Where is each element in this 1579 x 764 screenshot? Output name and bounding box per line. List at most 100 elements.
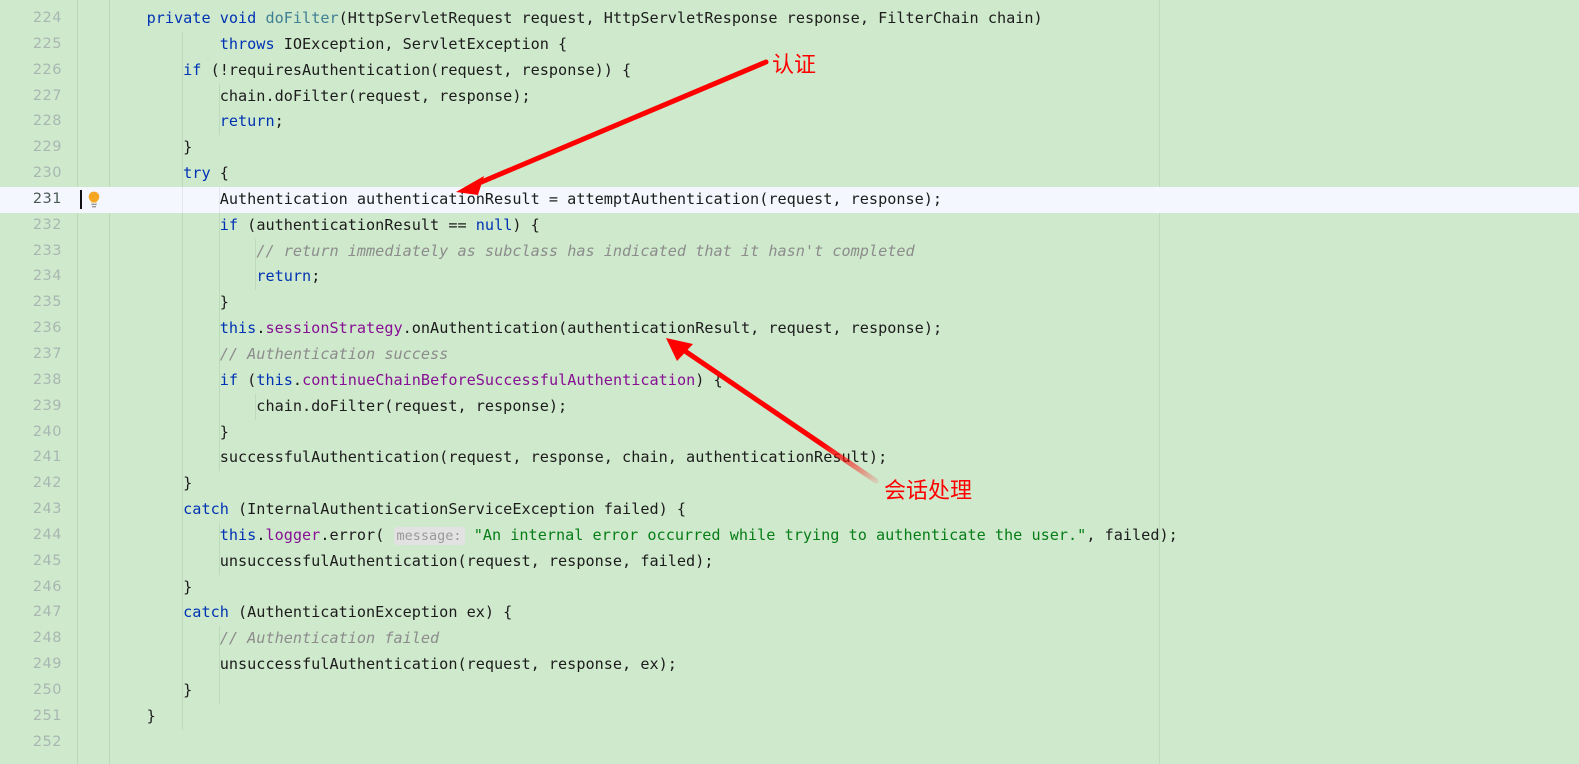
token-kw: null [475,215,513,234]
token-kw: try [183,164,211,183]
token-fld: sessionStrategy [265,319,403,338]
indent-guide [218,677,220,704]
code-text[interactable]: } [110,135,192,161]
code-text[interactable]: // Authentication success [110,342,449,368]
code-line[interactable]: 232 if (authenticationResult == null) { [0,212,1579,239]
code-editor[interactable]: 224 private void doFilter(HttpServletReq… [0,0,1579,764]
code-text[interactable]: catch (AuthenticationException ex) { [110,600,512,626]
token-fld: logger [265,525,321,544]
line-number: 249 [32,656,62,673]
code-line[interactable]: 233 // return immediately as subclass ha… [0,238,1579,265]
code-line[interactable]: 244 this.logger.error( message: "An inte… [0,522,1579,550]
token-plain: } [110,293,229,312]
code-line[interactable]: 247 catch (AuthenticationException ex) { [0,600,1579,627]
token-kw: private [146,9,211,27]
code-line[interactable]: 252 [0,730,1579,756]
code-line[interactable]: 236 this.sessionStrategy.onAuthenticatio… [0,316,1579,343]
code-text[interactable]: this.sessionStrategy.onAuthentication(au… [110,316,942,342]
token-kw: throws [219,34,275,53]
code-line[interactable]: 249 unsuccessfulAuthentication(request, … [0,652,1579,679]
code-line[interactable]: 230 try { [0,161,1579,188]
token-plain: } [110,706,156,725]
code-line[interactable]: 242 } [0,471,1579,498]
code-text[interactable]: } [110,575,192,601]
code-text[interactable]: if (this.continueChainBeforeSuccessfulAu… [110,368,723,394]
code-line[interactable]: 243 catch (InternalAuthenticationService… [0,497,1579,524]
code-line[interactable]: 248 // Authentication failed [0,626,1579,653]
code-lines-container[interactable]: 224 private void doFilter(HttpServletReq… [0,6,1579,755]
code-text[interactable]: throws IOException, ServletException { [110,32,567,58]
code-line[interactable]: 237 // Authentication success [0,341,1579,368]
token-plain: IOException, ServletException { [274,34,568,53]
code-line[interactable]: 245 unsuccessfulAuthentication(request, … [0,548,1579,575]
code-text[interactable]: } [110,420,229,446]
line-number: 251 [32,707,62,724]
code-text[interactable]: unsuccessfulAuthentication(request, resp… [110,549,714,575]
code-text[interactable]: if (!requiresAuthentication(request, res… [110,58,631,84]
code-line[interactable]: 239 chain.doFilter(request, response); [0,393,1579,420]
line-number: 252 [32,733,62,750]
code-line[interactable]: 228 return; [0,109,1579,136]
code-line[interactable]: 246 } [0,574,1579,601]
code-text[interactable]: catch (InternalAuthenticationServiceExce… [110,497,686,523]
code-text[interactable]: return; [110,109,284,135]
line-number: 237 [32,345,62,362]
line-number: 229 [32,139,62,156]
token-plain: chain.doFilter(request, response); [110,86,531,105]
token-kw: if [219,370,239,389]
token-fld: continueChainBeforeSuccessfulAuthenticat… [302,370,696,389]
token-hint: message: [393,526,465,545]
code-text[interactable]: this.logger.error( message: "An internal… [110,523,1178,550]
code-text[interactable]: Authentication authenticationResult = at… [110,187,942,213]
code-line[interactable]: 241 successfulAuthentication(request, re… [0,445,1579,472]
token-kw: return [219,112,275,131]
code-text[interactable]: successfulAuthentication(request, respon… [110,445,888,471]
line-number: 231 [32,190,62,207]
token-cmt: // Authentication success [219,344,449,363]
token-plain: ) { [695,370,723,389]
line-number: 238 [32,371,62,388]
lightbulb-icon[interactable] [86,190,102,209]
token-kw: if [183,60,202,79]
code-text[interactable]: // Authentication failed [110,626,439,652]
line-number: 248 [32,630,62,647]
code-text[interactable]: } [110,290,229,316]
code-text[interactable]: // return immediately as subclass has in… [110,239,914,265]
code-text[interactable]: } [110,704,156,730]
line-number: 235 [32,294,62,311]
code-text[interactable]: if (authenticationResult == null) { [110,213,540,239]
code-line[interactable]: 225 throws IOException, ServletException… [0,31,1579,58]
token-kw: catch [183,500,229,519]
line-number: 226 [32,61,62,78]
code-text[interactable]: private void doFilter(HttpServletRequest… [110,6,1043,32]
code-text[interactable]: } [110,678,192,704]
code-line[interactable]: 229 } [0,135,1579,162]
code-line[interactable]: 224 private void doFilter(HttpServletReq… [0,6,1579,32]
token-plain: ( [238,370,257,389]
code-line[interactable]: 238 if (this.continueChainBeforeSuccessf… [0,367,1579,394]
code-line[interactable]: 240 } [0,419,1579,446]
code-line[interactable]: 235 } [0,290,1579,317]
code-text[interactable]: return; [110,264,320,290]
code-text[interactable]: unsuccessfulAuthentication(request, resp… [110,652,677,678]
code-line[interactable]: 251 } [0,703,1579,730]
code-line[interactable]: 227 chain.doFilter(request, response); [0,83,1579,110]
code-text[interactable]: try { [110,161,229,187]
code-line[interactable]: 231 Authentication authenticationResult … [0,186,1579,213]
line-number: 232 [32,216,62,233]
code-line[interactable]: 226 if (!requiresAuthentication(request,… [0,57,1579,84]
code-line[interactable]: 234 return; [0,264,1579,291]
code-text[interactable]: chain.doFilter(request, response); [110,394,567,420]
code-text[interactable]: chain.doFilter(request, response); [110,84,531,110]
code-text[interactable]: } [110,471,192,497]
line-number: 247 [32,604,62,621]
code-line[interactable]: 250 } [0,677,1579,704]
